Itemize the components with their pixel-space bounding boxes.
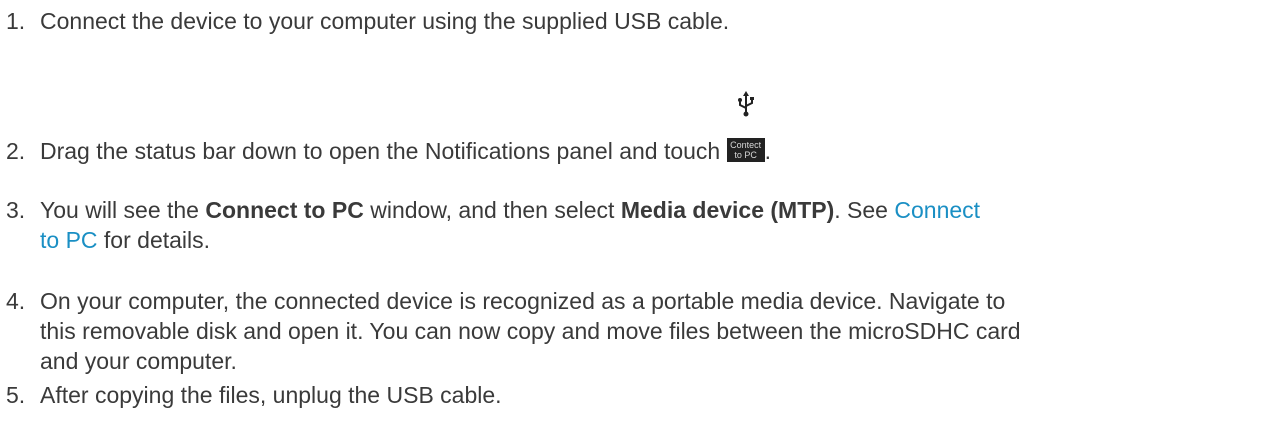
step-text-before-icon: Drag the status bar down to open the Not… <box>40 138 721 164</box>
link-text-line1: Connect <box>894 197 981 223</box>
connect-to-pc-window-label: Connect to PC <box>205 197 364 223</box>
step-1: 1. Connect the device to your computer u… <box>6 6 1246 36</box>
step-text-part: for details. <box>97 227 211 253</box>
step-text-part: . See <box>834 197 895 223</box>
step-4: 4. On your computer, the connected devic… <box>6 286 1246 376</box>
step-5: 5. After copying the files, unplug the U… <box>6 380 1246 410</box>
step-text-part: You will see the <box>40 197 206 223</box>
connect-to-pc-button[interactable]: Contect to PC <box>726 91 765 166</box>
icon-label-line2: to PC <box>734 150 757 160</box>
usb-icon <box>737 91 754 117</box>
step-number: 2. <box>6 138 26 164</box>
step-2: 2. Drag the status bar down to open the … <box>6 91 1246 166</box>
step-text: After copying the files, unplug the USB … <box>40 382 502 408</box>
step-text: You will see the Connect to PC window, a… <box>40 195 1246 255</box>
step-text-line: On your computer, the connected device i… <box>40 288 1006 314</box>
link-text-line2: to PC <box>40 227 98 253</box>
step-text-after-icon: . <box>764 138 771 164</box>
step-number: 4. <box>6 288 26 314</box>
step-text: Drag the status bar down to open the Not… <box>40 91 1246 166</box>
icon-label-line1: Contect <box>730 140 762 150</box>
media-device-mtp-label: Media device (MTP) <box>620 197 835 223</box>
step-text: Connect the device to your computer usin… <box>40 8 730 34</box>
connect-to-pc-tile: Contect to PC <box>726 138 765 162</box>
step-number: 1. <box>6 8 26 34</box>
step-number: 3. <box>6 197 26 223</box>
step-text: On your computer, the connected device i… <box>40 286 1246 376</box>
step-3: 3. You will see the Connect to PC window… <box>6 195 1246 255</box>
step-text-line: this removable disk and open it. You can… <box>40 318 1021 344</box>
step-number: 5. <box>6 382 26 408</box>
step-text-part: window, and then select <box>363 197 621 223</box>
step-text-line: and your computer. <box>40 348 237 374</box>
